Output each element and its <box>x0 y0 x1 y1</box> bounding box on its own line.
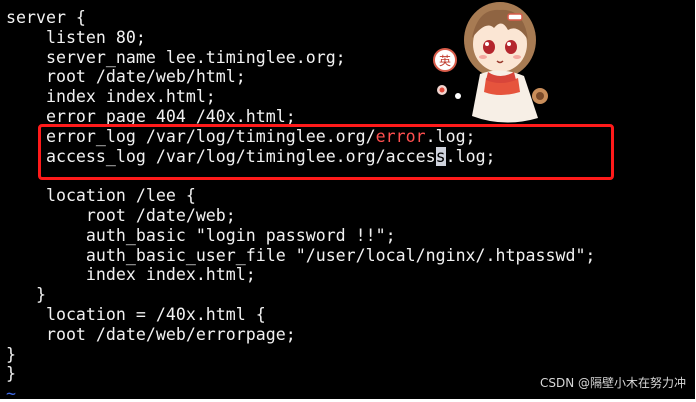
empty-line-tilde: ~ <box>6 384 16 399</box>
code-line: location = /40x.html { <box>6 304 266 324</box>
code-line: } <box>6 285 46 305</box>
code-line: } <box>6 364 16 384</box>
code-line: root /date/web; <box>6 205 236 225</box>
terminal-window: server { listen 80; server_name lee.timi… <box>0 0 695 399</box>
code-line: location /lee { <box>6 186 196 206</box>
sticker-badge-text: 英 <box>439 54 451 68</box>
anime-girl-sticker-icon: 英 <box>433 2 548 123</box>
code-line: index index.html; <box>6 265 256 285</box>
code-line: auth_basic "login password !!"; <box>6 225 396 245</box>
code-line: auth_basic_user_file "/user/local/nginx/… <box>6 245 596 265</box>
code-line: root /date/web/errorpage; <box>6 324 296 344</box>
csdn-watermark: CSDN @隔壁小木在努力冲 <box>539 376 686 390</box>
code-line: } <box>6 344 16 364</box>
red-highlight-box <box>38 124 614 180</box>
